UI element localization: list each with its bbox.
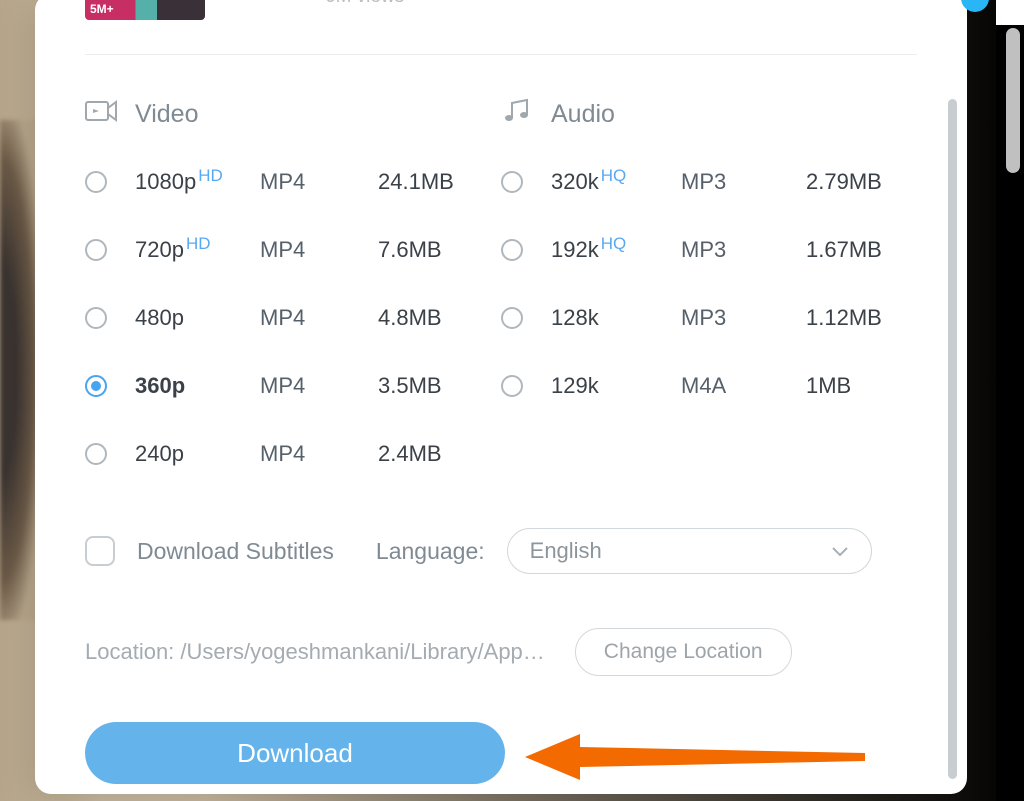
audio-option-192k[interactable]: 192kHQ MP3 1.67MB (501, 226, 917, 274)
video-section-header: Video (85, 97, 501, 132)
audio-section-label: Audio (551, 100, 615, 129)
radio-icon (85, 443, 107, 465)
audio-option-129k[interactable]: 129k M4A 1MB (501, 362, 917, 410)
video-section-label: Video (135, 100, 199, 129)
thumb-overlay: 5M+ (90, 2, 114, 16)
radio-icon (85, 171, 107, 193)
radio-icon (501, 171, 523, 193)
video-option-240p[interactable]: 240p MP4 2.4MB (85, 430, 501, 478)
subtitles-checkbox[interactable] (85, 536, 115, 566)
radio-icon (501, 239, 523, 261)
subtitles-row: Download Subtitles Language: English (85, 528, 917, 574)
arrow-annotation (525, 732, 865, 782)
modal-scrollbar[interactable] (948, 99, 957, 779)
view-count: 6M views (325, 0, 404, 8)
radio-icon (501, 375, 523, 397)
audio-option-320k[interactable]: 320kHQ MP3 2.79MB (501, 158, 917, 206)
video-option-1080p[interactable]: 1080pHD MP4 24.1MB (85, 158, 501, 206)
video-option-360p[interactable]: 360p MP4 3.5MB (85, 362, 501, 410)
audio-column: Audio 320kHQ MP3 2.79MB 192kHQ MP3 1.67M… (501, 97, 917, 498)
radio-icon (85, 375, 107, 397)
language-dropdown[interactable]: English (507, 528, 872, 574)
video-thumbnail[interactable]: 5M+ 01:09 (85, 0, 205, 20)
radio-icon (85, 239, 107, 261)
thumb-duration: 01:09 (161, 0, 199, 2)
language-label: Language: (376, 538, 485, 565)
language-value: English (530, 538, 602, 564)
subtitles-label: Download Subtitles (137, 538, 334, 565)
music-icon (501, 97, 533, 132)
location-row: Location: /Users/yogeshmankani/Library/A… (85, 628, 917, 676)
radio-icon (85, 307, 107, 329)
change-location-button[interactable]: Change Location (575, 628, 792, 676)
audio-option-128k[interactable]: 128k MP3 1.12MB (501, 294, 917, 342)
video-option-720p[interactable]: 720pHD MP4 7.6MB (85, 226, 501, 274)
video-option-480p[interactable]: 480p MP4 4.8MB (85, 294, 501, 342)
video-column: Video 1080pHD MP4 24.1MB 720pHD MP4 7.6M… (85, 97, 501, 498)
download-button[interactable]: Download (85, 722, 505, 784)
divider (85, 54, 917, 55)
download-row: Download (85, 722, 917, 784)
radio-icon (501, 307, 523, 329)
page-scrollbar[interactable] (1006, 28, 1020, 173)
video-icon (85, 97, 117, 132)
location-path: Location: /Users/yogeshmankani/Library/A… (85, 639, 545, 665)
header-row: 5M+ 01:09 6M views (85, 0, 917, 24)
download-modal: 5M+ 01:09 6M views Video 1080pHD (35, 0, 967, 794)
chevron-down-icon (831, 538, 849, 564)
audio-section-header: Audio (501, 97, 917, 132)
